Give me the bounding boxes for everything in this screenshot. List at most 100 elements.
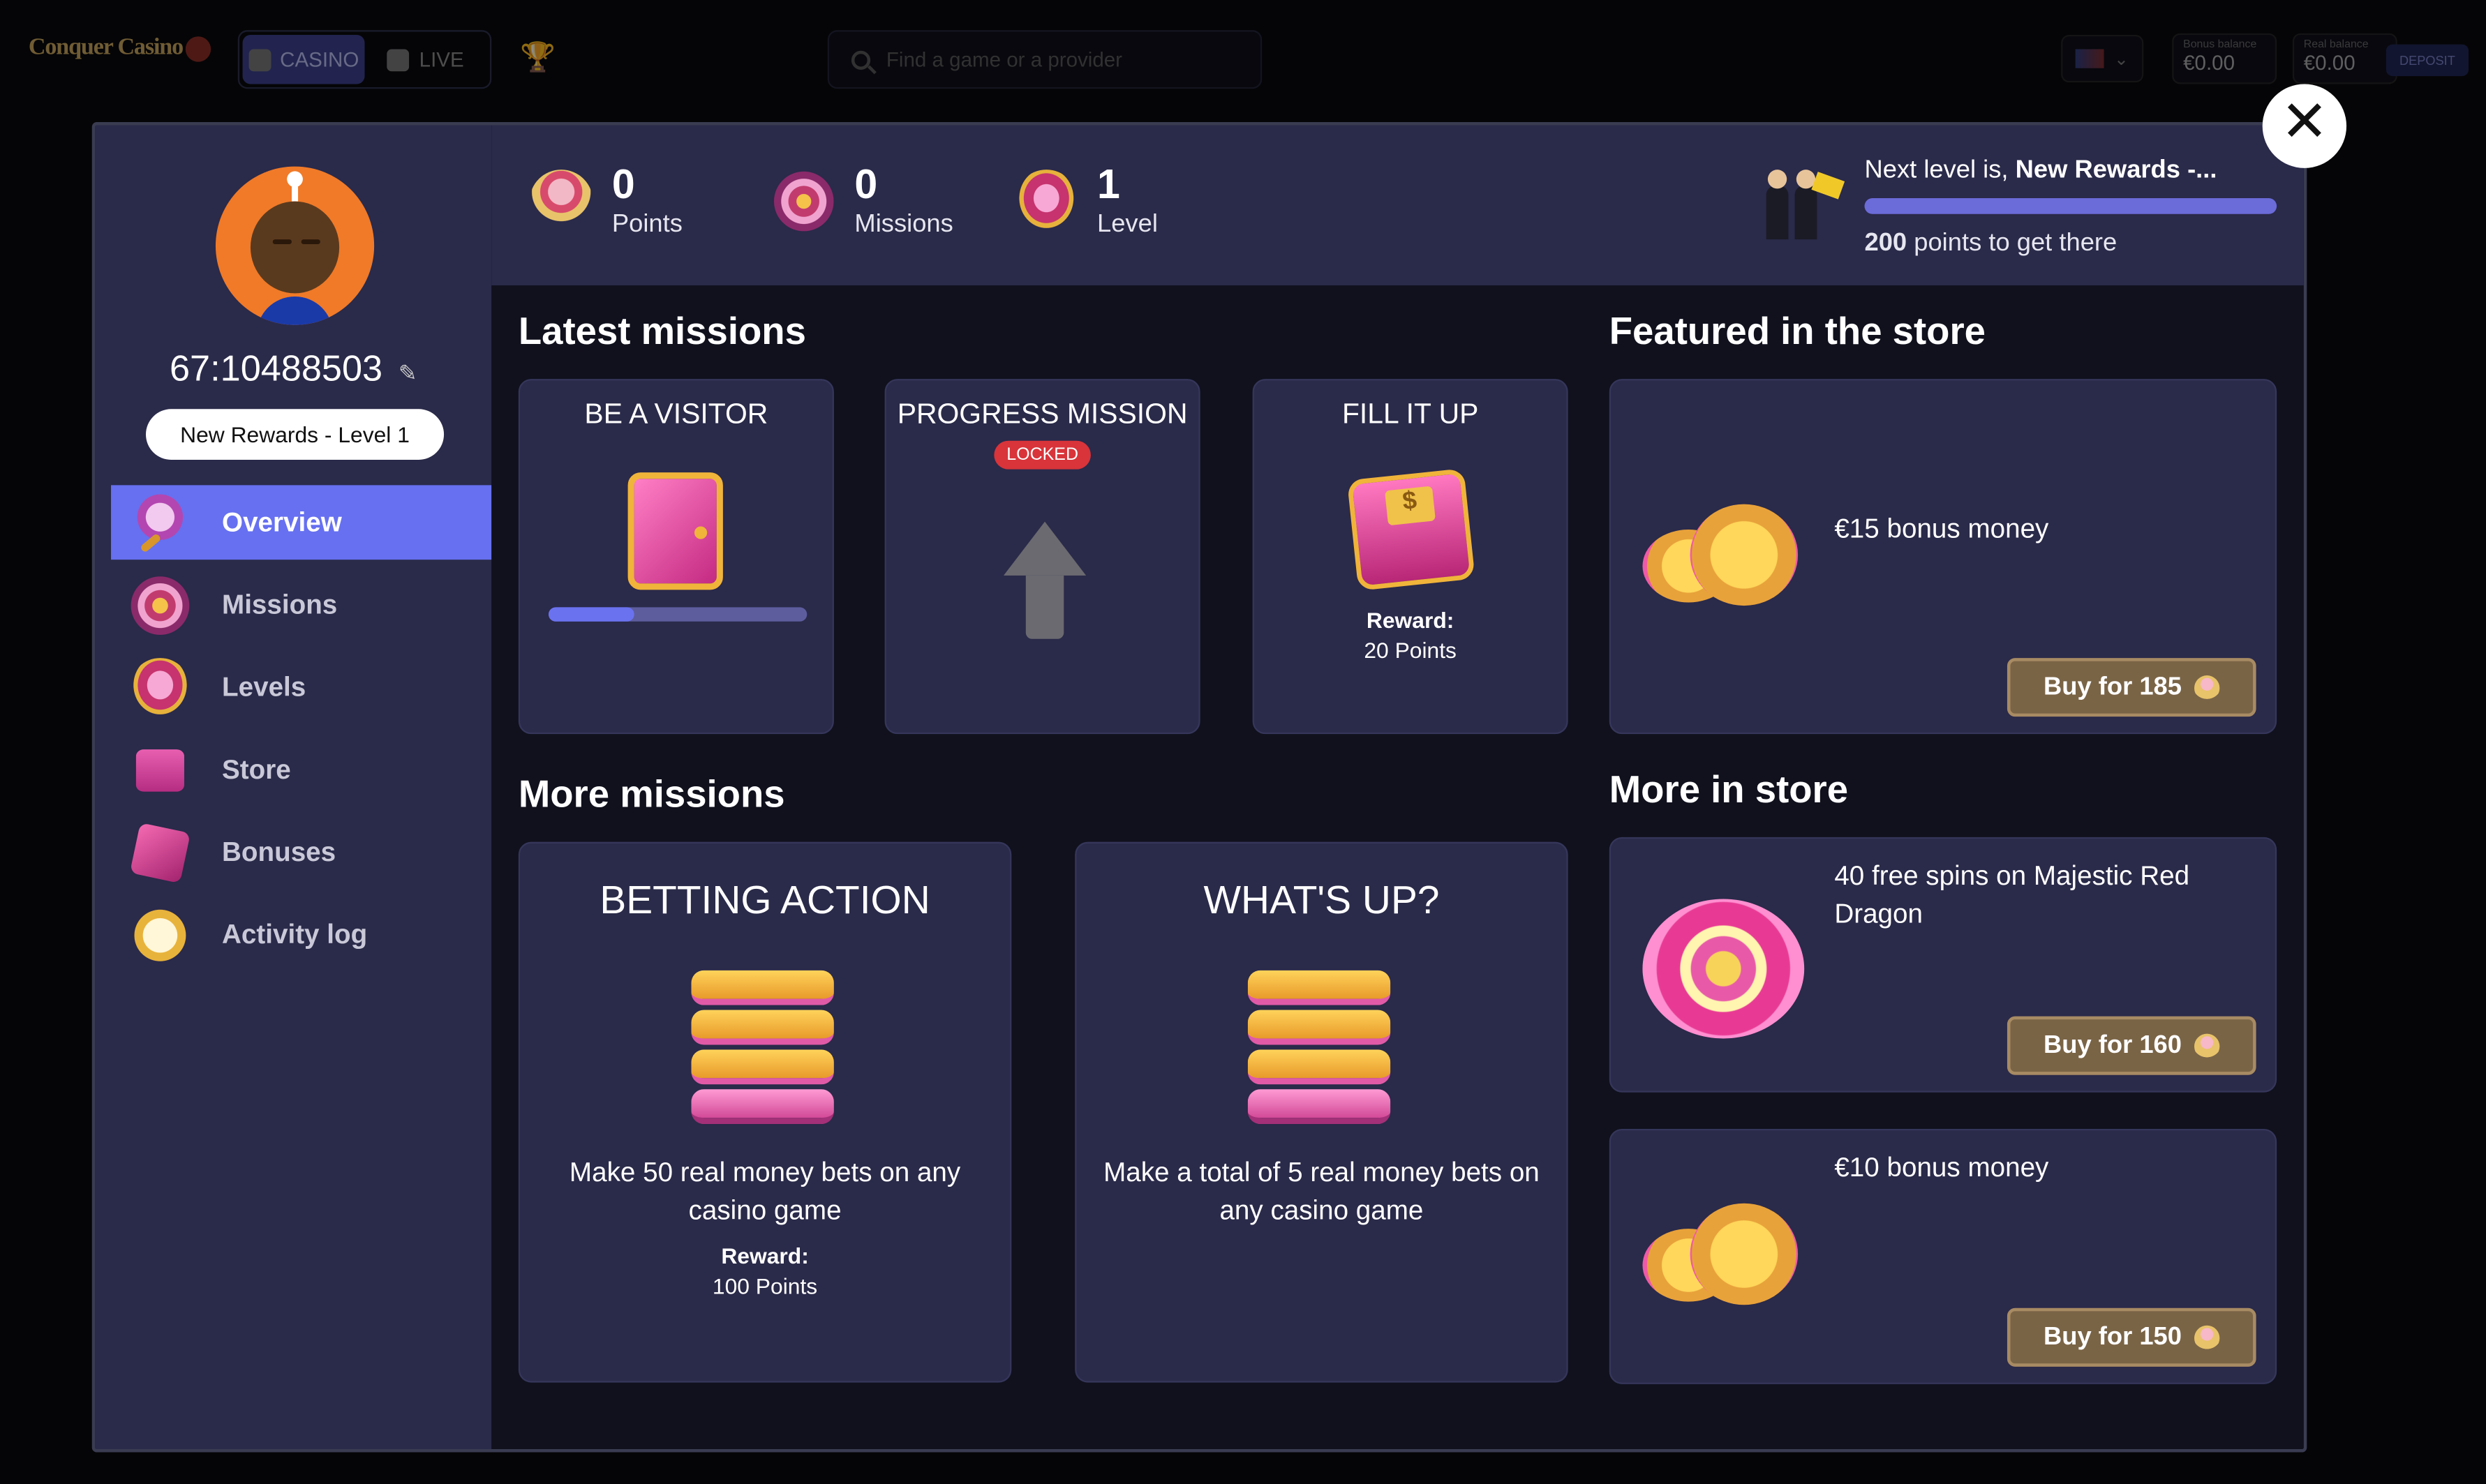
wheel-icon — [1642, 899, 1805, 1039]
dice-icon — [248, 48, 271, 71]
stat-level: 1 Level — [1014, 160, 1158, 239]
avatar-eye — [272, 239, 292, 244]
store-item-text: 40 free spins on Majestic Red Dragon — [1834, 860, 2190, 929]
next-level-points: 200 points to get there — [1864, 230, 2117, 257]
points-label: Points — [611, 211, 683, 238]
sidebar-item-store[interactable]: Store — [111, 733, 491, 807]
deposit-button[interactable]: DEPOSIT — [2385, 44, 2469, 77]
level-value: 1 — [1097, 160, 1120, 208]
tab-casino[interactable]: CASINO — [242, 34, 365, 84]
person-shape — [1794, 170, 1817, 240]
store-card-10-bonus[interactable]: €10 bonus money Buy for 150 — [1609, 1128, 2277, 1384]
stopwatch-icon — [130, 904, 191, 965]
nav-tabs: CASINO LIVE — [237, 30, 492, 89]
coins-stack-icon — [529, 170, 593, 234]
sidebar-item-overview[interactable]: Overview — [111, 485, 492, 560]
tab-live[interactable]: LIVE — [364, 35, 486, 84]
mission-card-progress-mission[interactable]: PROGRESS MISSION LOCKED — [884, 379, 1200, 735]
reward-label: Reward: — [721, 1243, 809, 1268]
mission-title: PROGRESS MISSION — [897, 398, 1188, 430]
mission-title: FILL IT UP — [1341, 398, 1479, 430]
sidebar: 67:10488503 ✎ New Rewards - Level 1 Overv… — [95, 125, 492, 1450]
reward-value: 20 Points — [1364, 637, 1457, 663]
avatar-body — [257, 296, 334, 325]
next-level-progress — [1864, 198, 2277, 214]
search-icon — [851, 50, 871, 69]
stat-points: 0 Points — [529, 160, 683, 239]
missions-label: Missions — [854, 211, 953, 238]
mission-title: WHAT'S UP? — [1203, 878, 1440, 923]
logo-emblem-icon — [186, 36, 211, 61]
chevron-down-icon: ⌄ — [2114, 50, 2129, 69]
edit-icon[interactable]: ✎ — [399, 360, 417, 387]
mission-description: Make 50 real money bets on any casino ga… — [569, 1157, 961, 1226]
sidebar-item-activity-log[interactable]: Activity log — [111, 897, 491, 972]
main-content: 0 Points 0 Missions 1 Level Next level is, … — [491, 125, 2304, 1450]
reward-label: Reward: — [1366, 607, 1454, 633]
door-icon — [627, 472, 723, 590]
points-coin-icon — [2194, 1033, 2220, 1058]
cards-icon — [387, 48, 410, 71]
next-level-text: Next level is, New Rewards -... — [1864, 156, 2217, 184]
more-missions-title: More missions — [518, 773, 785, 817]
store-item-text: €10 bonus money — [1834, 1153, 2049, 1183]
mission-progress-bar — [549, 607, 807, 622]
points-coin-icon — [2194, 1324, 2220, 1350]
points-coin-icon — [2194, 674, 2220, 700]
logo[interactable]: Conquer Casino — [29, 35, 211, 62]
gift-icon — [129, 821, 191, 883]
shield-heart-icon — [130, 657, 191, 718]
store-item-text: €15 bonus money — [1834, 514, 2049, 544]
mission-progress-fill — [549, 607, 634, 622]
buy-button[interactable]: Buy for 150 — [2007, 1307, 2256, 1367]
rewards-modal: 67:10488503 ✎ New Rewards - Level 1 Overv… — [91, 121, 2307, 1453]
mission-description: Make a total of 5 real money bets on any… — [1103, 1157, 1540, 1226]
sidebar-item-missions[interactable]: Missions — [111, 568, 491, 643]
close-icon: ✕ — [2280, 90, 2329, 156]
real-balance: Real balance €0.00 — [2292, 33, 2397, 84]
close-button[interactable]: ✕ — [2262, 84, 2347, 168]
wallet-icon — [1346, 468, 1475, 591]
points-value: 0 — [611, 160, 635, 208]
level-badge: New Rewards - Level 1 — [145, 409, 445, 460]
avatar-antenna — [287, 171, 303, 202]
reward-value: 100 Points — [712, 1273, 818, 1299]
target-icon — [130, 574, 191, 636]
buy-button[interactable]: Buy for 185 — [2007, 658, 2256, 717]
sidebar-menu: Overview Missions Levels Store Bonuses A… — [111, 485, 492, 980]
latest-missions-title: Latest missions — [518, 310, 806, 354]
mission-title: BETTING ACTION — [600, 878, 930, 923]
page: Conquer Casino CASINO LIVE 🏆 Find a game… — [0, 0, 2486, 1484]
stats-bar: 0 Points 0 Missions 1 Level Next level is, … — [491, 125, 2304, 286]
shield-heart-icon — [1014, 170, 1078, 234]
trophy-icon[interactable]: 🏆 — [520, 41, 556, 73]
avatar[interactable] — [215, 166, 375, 325]
featured-store-title: Featured in the store — [1609, 310, 1986, 354]
more-store-title: More in store — [1609, 769, 1849, 812]
treasure-stack-icon — [1247, 970, 1391, 1135]
buy-button[interactable]: Buy for 160 — [2007, 1016, 2256, 1075]
sidebar-item-bonuses[interactable]: Bonuses — [111, 815, 491, 890]
top-bar: Conquer Casino CASINO LIVE 🏆 Find a game… — [0, 0, 2486, 121]
missions-value: 0 — [854, 160, 878, 208]
sidebar-item-levels[interactable]: Levels — [111, 650, 491, 725]
store-card-15-bonus[interactable]: €15 bonus money Buy for 185 — [1609, 379, 2277, 735]
next-level-illustration — [1753, 170, 1848, 240]
locked-badge: LOCKED — [994, 440, 1092, 470]
search-input[interactable]: Find a game or a provider — [827, 30, 1263, 89]
avatar-eye — [301, 239, 320, 244]
treasure-stack-icon — [691, 970, 834, 1135]
cart-icon — [135, 749, 184, 791]
flag-uk-icon — [2076, 49, 2105, 68]
mission-title: BE A VISITOR — [584, 398, 768, 430]
person-shape — [1766, 170, 1789, 240]
mission-card-fill-it-up[interactable]: FILL IT UP Reward: 20 Points — [1252, 379, 1568, 735]
mission-card-betting-action[interactable]: BETTING ACTION Make 50 real money bets o… — [518, 841, 1012, 1383]
language-select[interactable]: ⌄ — [2061, 34, 2144, 83]
store-card-free-spins[interactable]: 40 free spins on Majestic Red Dragon Buy… — [1609, 837, 2277, 1093]
mission-card-whats-up[interactable]: WHAT'S UP? Make a total of 5 real money … — [1075, 841, 1568, 1383]
mission-card-be-a-visitor[interactable]: BE A VISITOR — [518, 379, 834, 735]
magnifier-icon — [130, 492, 191, 553]
level-label: Level — [1097, 211, 1158, 238]
bonus-balance: Bonus balance €0.00 — [2172, 33, 2277, 84]
